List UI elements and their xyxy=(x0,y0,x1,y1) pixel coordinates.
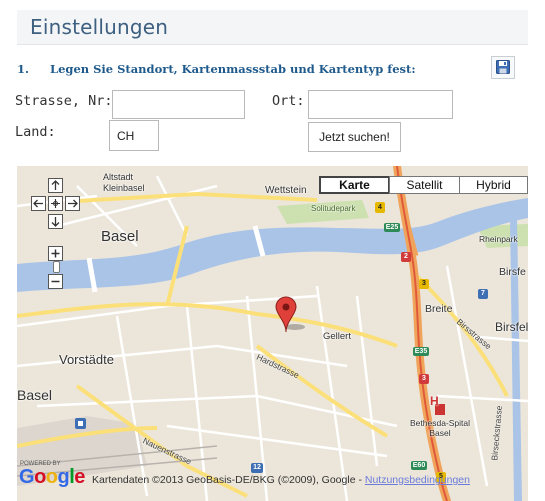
maptype-karte[interactable]: Karte xyxy=(319,176,390,194)
label-rheinpark: Rheinpark xyxy=(479,234,518,244)
floppy-disk-icon xyxy=(496,60,510,74)
search-button[interactable]: Jetzt suchen! xyxy=(308,122,401,152)
maptype-hybrid[interactable]: Hybrid xyxy=(459,176,528,194)
save-button[interactable] xyxy=(491,56,515,79)
step-text: Legen Sie Standort, Kartenmassstab und K… xyxy=(50,62,416,76)
label-altstadt: Altstadt Kleinbasel xyxy=(103,172,145,193)
shield-7: 7 xyxy=(478,289,488,299)
shield-e35: E35 xyxy=(413,347,429,356)
terms-link[interactable]: Nutzungsbedingungen xyxy=(365,474,470,486)
pan-down-button[interactable] xyxy=(48,214,63,229)
city-label: Ort: xyxy=(272,93,305,109)
zoom-out-icon xyxy=(51,280,60,283)
label-basel-center: Basel xyxy=(101,228,139,245)
step-instruction: 1. Legen Sie Standort, Kartenmassstab un… xyxy=(17,56,528,82)
shield-3: 3 xyxy=(419,279,429,289)
label-hospital: Bethesda-Spital Basel xyxy=(410,418,471,438)
city-field[interactable] xyxy=(308,90,453,119)
label-basel-left: Basel xyxy=(17,387,53,403)
zoom-in-button[interactable] xyxy=(48,246,63,261)
maptype-satellit[interactable]: Satellit xyxy=(389,176,460,194)
label-gellert: Gellert xyxy=(323,331,351,342)
label-birsfelden: Birsfe xyxy=(499,266,526,278)
label-wettstein: Wettstein xyxy=(265,185,307,196)
zoom-in-icon xyxy=(51,249,60,258)
settings-header: Einstellungen xyxy=(17,10,528,45)
label-birsfelden-2: Birsfel xyxy=(495,320,528,334)
shield-2: 2 xyxy=(401,252,411,262)
zoom-slider[interactable] xyxy=(53,261,60,273)
pan-up-icon xyxy=(51,180,60,190)
google-logo: Google xyxy=(19,466,85,488)
shield-12: 12 xyxy=(251,463,263,473)
street-label: Strasse, Nr: xyxy=(15,93,113,109)
label-solitudepark: Solitudepark xyxy=(311,204,356,213)
street-field[interactable] xyxy=(112,90,245,119)
shield-3b: 3 xyxy=(419,374,429,384)
pan-left-button[interactable] xyxy=(31,196,46,211)
pan-right-button[interactable] xyxy=(65,196,80,211)
pan-up-button[interactable] xyxy=(48,178,63,193)
map-pin-icon[interactable] xyxy=(275,296,305,334)
pan-center-button[interactable] xyxy=(48,196,63,211)
label-breite: Breite xyxy=(425,303,453,315)
pan-center-icon xyxy=(51,199,60,208)
country-field[interactable] xyxy=(109,120,159,151)
map-attribution: Kartendaten ©2013 GeoBasis-DE/BKG (©2009… xyxy=(92,474,470,486)
country-label: Land: xyxy=(15,124,56,140)
zoom-out-button[interactable] xyxy=(48,274,63,289)
map-view[interactable]: Karte Satellit Hybrid Altstadt Kleinbase… xyxy=(17,166,528,501)
shield-e60: E60 xyxy=(411,461,427,470)
hospital-marker: H xyxy=(430,394,439,408)
pan-down-icon xyxy=(51,217,60,227)
shield-e25: E25 xyxy=(384,223,400,232)
step-number: 1. xyxy=(17,62,30,76)
pan-right-icon xyxy=(68,199,78,208)
map-canvas xyxy=(17,166,528,501)
shield-4: 4 xyxy=(375,202,385,213)
pan-left-icon xyxy=(33,199,43,208)
label-vorstaedte: Vorstädte xyxy=(59,352,114,367)
copyright-text: Kartendaten ©2013 GeoBasis-DE/BKG (©2009… xyxy=(92,474,365,486)
page-title: Einstellungen xyxy=(30,15,169,39)
